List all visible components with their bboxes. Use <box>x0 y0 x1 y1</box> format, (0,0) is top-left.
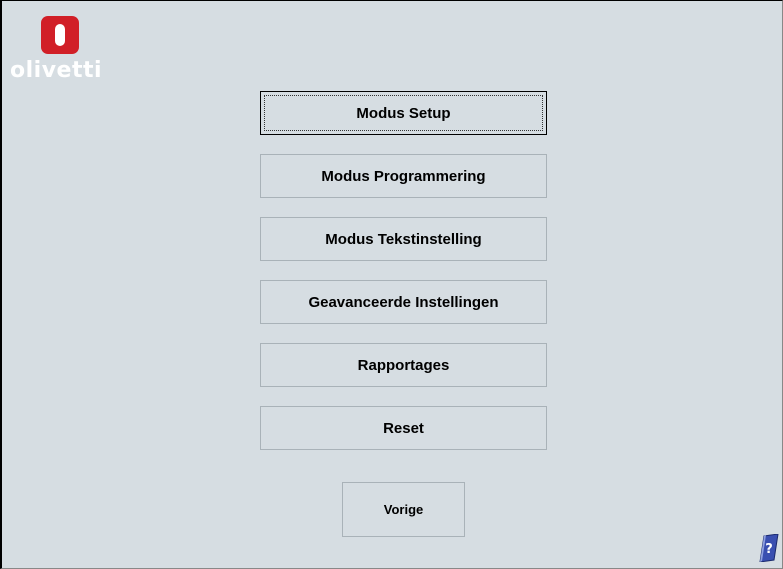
modus-programmering-button[interactable]: Modus Programmering <box>260 154 547 198</box>
rapportages-button[interactable]: Rapportages <box>260 343 547 387</box>
help-book-icon[interactable]: ? <box>758 533 780 563</box>
svg-text:?: ? <box>765 542 773 557</box>
olivetti-logo-mark <box>41 16 79 54</box>
olivetti-logo: olivetti <box>8 12 112 83</box>
vorige-button[interactable]: Vorige <box>342 482 465 537</box>
reset-button[interactable]: Reset <box>260 406 547 450</box>
geavanceerde-instellingen-button[interactable]: Geavanceerde Instellingen <box>260 280 547 324</box>
modus-tekstinstelling-button[interactable]: Modus Tekstinstelling <box>260 217 547 261</box>
modus-setup-button[interactable]: Modus Setup <box>260 91 547 135</box>
olivetti-logo-text: olivetti <box>10 58 103 83</box>
